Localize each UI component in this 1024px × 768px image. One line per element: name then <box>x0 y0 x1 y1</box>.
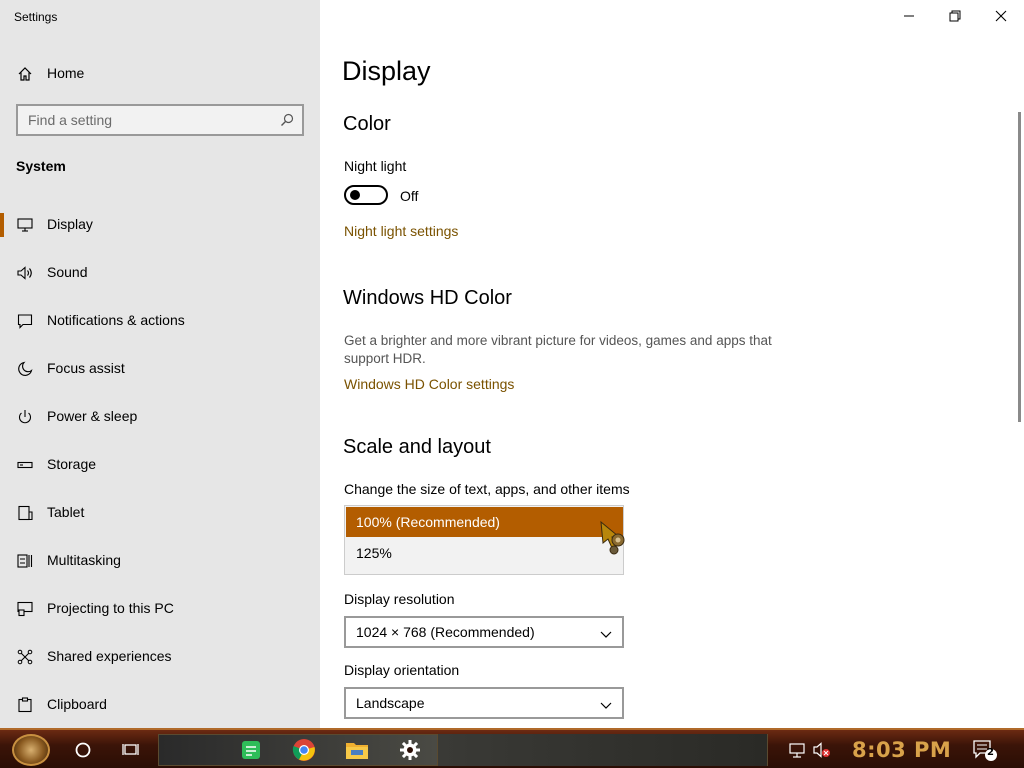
search-box[interactable] <box>16 104 304 136</box>
network-icon[interactable] <box>788 740 808 760</box>
cortana-icon[interactable] <box>69 736 97 764</box>
resolution-value: 1024 × 768 (Recommended) <box>356 624 535 640</box>
clipboard-icon <box>16 696 34 714</box>
app-title: Settings <box>14 10 58 24</box>
scale-option-100[interactable]: 100% (Recommended) <box>346 507 623 537</box>
sidebar-item-shared-experiences[interactable]: Shared experiences <box>0 637 320 677</box>
home-nav-item[interactable]: Home <box>0 56 320 90</box>
sidebar-item-label: Focus assist <box>47 360 125 376</box>
color-heading: Color <box>343 113 391 135</box>
volume-muted-icon[interactable] <box>812 740 832 760</box>
sidebar-item-label: Shared experiences <box>47 648 172 664</box>
taskbar-empty-panel <box>438 734 768 766</box>
speaker-icon <box>16 264 34 282</box>
home-label: Home <box>47 65 85 81</box>
orientation-value: Landscape <box>356 695 425 711</box>
night-light-label: Night light <box>344 158 407 174</box>
cursor-icon <box>598 520 632 556</box>
toggle-knob <box>350 190 360 200</box>
notification-icon <box>16 312 34 330</box>
sidebar: Settings Home System Display Sound Notif… <box>0 0 320 728</box>
hdr-settings-link[interactable]: Windows HD Color settings <box>344 376 514 392</box>
sidebar-item-label: Tablet <box>47 504 85 520</box>
home-icon <box>16 65 34 83</box>
sidebar-item-clipboard[interactable]: Clipboard <box>0 685 320 725</box>
storage-icon <box>16 456 34 474</box>
night-light-state: Off <box>400 188 419 204</box>
sidebar-item-label: Storage <box>47 456 97 472</box>
sidebar-item-storage[interactable]: Storage <box>0 445 320 485</box>
sidebar-item-label: Power & sleep <box>47 408 138 424</box>
chrome-icon[interactable] <box>290 736 318 764</box>
action-center-icon[interactable]: 2 <box>972 738 998 762</box>
sidebar-item-display[interactable]: Display <box>0 205 320 245</box>
search-input[interactable] <box>18 106 268 134</box>
resolution-select[interactable]: 1024 × 768 (Recommended) <box>344 616 624 648</box>
settings-gear-icon[interactable] <box>396 736 424 764</box>
sidebar-item-label: Notifications & actions <box>47 312 185 328</box>
moon-icon <box>16 360 34 378</box>
scale-option-125[interactable]: 125% <box>346 538 623 568</box>
start-button[interactable] <box>12 734 50 766</box>
minimize-icon[interactable] <box>901 8 917 24</box>
tablet-icon <box>16 504 34 522</box>
scale-heading: Scale and layout <box>343 436 491 458</box>
page-title: Display <box>342 56 431 86</box>
chevron-down-icon <box>600 627 612 638</box>
sidebar-item-tablet[interactable]: Tablet <box>0 493 320 533</box>
multitasking-icon <box>16 552 34 570</box>
sidebar-item-multitasking[interactable]: Multitasking <box>0 541 320 581</box>
orientation-select[interactable]: Landscape <box>344 687 624 719</box>
search-icon[interactable] <box>280 113 294 127</box>
sidebar-item-power-sleep[interactable]: Power & sleep <box>0 397 320 437</box>
orientation-label: Display orientation <box>344 662 460 678</box>
sidebar-item-projecting[interactable]: Projecting to this PC <box>0 589 320 629</box>
file-explorer-icon[interactable] <box>343 736 371 764</box>
hdr-description: Get a brighter and more vibrant picture … <box>344 333 772 366</box>
sidebar-item-label: Clipboard <box>47 696 107 712</box>
sidebar-item-label: Display <box>47 216 93 232</box>
task-view-icon[interactable] <box>117 736 145 764</box>
scale-dropdown-list[interactable]: 100% (Recommended) 125% <box>344 505 624 575</box>
shared-icon <box>16 648 34 666</box>
sidebar-item-focus-assist[interactable]: Focus assist <box>0 349 320 389</box>
chevron-down-icon <box>600 698 612 709</box>
close-icon[interactable] <box>993 8 1009 24</box>
restore-icon[interactable] <box>947 8 963 24</box>
monitor-icon <box>16 216 34 234</box>
notification-count: 2 <box>987 747 994 758</box>
sidebar-item-notifications[interactable]: Notifications & actions <box>0 301 320 341</box>
hdr-heading: Windows HD Color <box>343 287 512 309</box>
sidebar-item-sound[interactable]: Sound <box>0 253 320 293</box>
resolution-label: Display resolution <box>344 591 455 607</box>
projecting-icon <box>16 600 34 618</box>
change-size-label: Change the size of text, apps, and other… <box>344 481 630 497</box>
taskbar-clock[interactable]: 8:03 PM <box>852 738 951 762</box>
sidebar-item-label: Sound <box>47 264 88 280</box>
taskbar: 8:03 PM 2 <box>0 728 1024 768</box>
sidebar-item-label: Multitasking <box>47 552 121 568</box>
power-icon <box>16 408 34 426</box>
section-title: System <box>16 158 66 174</box>
night-light-settings-link[interactable]: Night light settings <box>344 223 458 239</box>
notes-app-icon[interactable] <box>237 736 265 764</box>
scrollbar[interactable] <box>1018 112 1021 422</box>
sidebar-item-label: Projecting to this PC <box>47 600 174 616</box>
night-light-toggle[interactable] <box>344 185 388 205</box>
